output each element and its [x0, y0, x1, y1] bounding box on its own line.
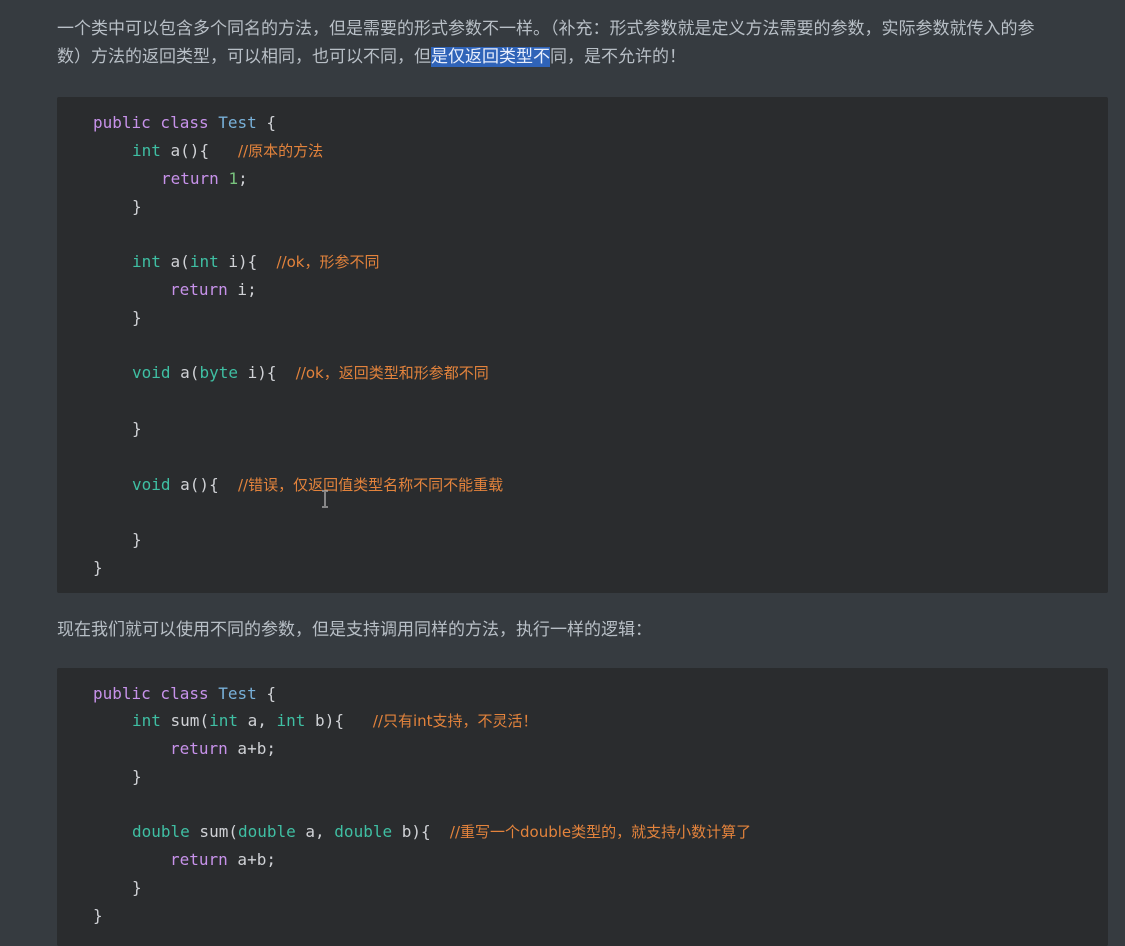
code-line: } [93, 558, 103, 577]
type-keyword: byte [199, 363, 238, 382]
code-comment: //只有int支持，不灵活！ [372, 712, 538, 730]
code-text: ; [238, 169, 248, 188]
code-text: a+b; [227, 850, 276, 869]
code-line: void a(){ //错误，仅返回值类型名称不同不能重载 [132, 475, 503, 495]
type-keyword: double [334, 822, 393, 841]
code-text: a(){ [170, 475, 238, 494]
keyword: public class [93, 684, 219, 703]
intro-line-2: 数）方法的返回类型，可以相同，也可以不同，但是仅返回类型不同，是不允许的！ [57, 43, 1105, 71]
class-name: Test [218, 684, 257, 703]
type-keyword: void [132, 475, 171, 494]
code-text: { [256, 113, 277, 132]
code-line: } [132, 530, 142, 549]
code-line: void a(byte i){ //ok，返回类型和形参都不同 [132, 363, 489, 383]
type-keyword: int [189, 252, 219, 271]
code-text: a( [170, 363, 200, 382]
type-keyword: int [132, 252, 161, 271]
intro-line-2-end: 同，是不允许的！ [550, 47, 686, 67]
code-line: } [132, 308, 142, 327]
code-text: a, [295, 822, 335, 841]
code-text: i; [227, 280, 257, 299]
code-line: } [132, 878, 142, 897]
type-keyword: void [132, 363, 171, 382]
keyword: public class [93, 113, 219, 132]
keyword: return [170, 739, 228, 758]
code-text: a+b; [227, 739, 276, 758]
intro-paragraph: 一个类中可以包含多个同名的方法，但是需要的形式参数不一样。（补充：形式参数就是定… [57, 15, 1105, 71]
class-name: Test [218, 113, 257, 132]
code-text: i){ [237, 363, 296, 382]
code-line: int sum(int a, int b){ //只有int支持，不灵活！ [132, 711, 538, 731]
code-line: return i; [170, 280, 257, 300]
code-block-overload-example: public class Test { int a(){ //原本的方法 ret… [57, 97, 1108, 593]
code-text: a, [237, 711, 277, 730]
code-line: public class Test { [93, 684, 276, 704]
type-keyword: int [132, 711, 161, 730]
code-line: public class Test { [93, 113, 276, 133]
code-line: } [93, 906, 103, 925]
code-line: double sum(double a, double b){ //重写一个do… [132, 822, 751, 842]
code-line: return a+b; [170, 739, 276, 759]
code-text: b){ [305, 711, 373, 730]
text-cursor-icon [322, 490, 328, 508]
code-comment: //ok，返回类型和形参都不同 [295, 364, 489, 382]
code-line: return a+b; [170, 850, 276, 870]
type-keyword: double [237, 822, 296, 841]
keyword: return [170, 280, 228, 299]
intro-line-2-text: 数）方法的返回类型，可以相同，也可以不同，但 [57, 47, 431, 67]
code-comment: //错误，仅返回值类型名称不同不能重载 [237, 476, 504, 494]
code-line: } [132, 197, 142, 216]
code-text: a( [160, 252, 190, 271]
code-line: } [132, 767, 142, 786]
code-text: sum( [160, 711, 210, 730]
code-block-sum-example: public class Test { int sum(int a, int b… [57, 668, 1108, 946]
type-keyword: int [276, 711, 306, 730]
type-keyword: double [132, 822, 190, 841]
keyword: return [170, 850, 228, 869]
code-line: int a(){ //原本的方法 [132, 141, 323, 161]
keyword: return [161, 169, 229, 188]
type-keyword: int [132, 141, 161, 160]
number-literal: 1 [228, 169, 239, 188]
type-keyword: int [209, 711, 238, 730]
code-text: { [256, 684, 277, 703]
code-line: return 1; [161, 169, 248, 189]
code-text: b){ [392, 822, 450, 841]
code-comment: //重写一个double类型的，就支持小数计算了 [449, 823, 752, 841]
code-comment: //原本的方法 [237, 142, 324, 160]
code-line: int a(int i){ //ok，形参不同 [132, 252, 380, 272]
code-comment: //ok，形参不同 [276, 253, 380, 271]
code-line: } [132, 419, 142, 438]
code-text: i){ [218, 252, 277, 271]
middle-paragraph: 现在我们就可以使用不同的参数，但是支持调用同样的方法，执行一样的逻辑： [57, 620, 652, 640]
code-text: a(){ [160, 141, 238, 160]
intro-line-1: 一个类中可以包含多个同名的方法，但是需要的形式参数不一样。（补充：形式参数就是定… [57, 19, 1035, 39]
code-text: sum( [189, 822, 238, 841]
selected-text: 是仅返回类型不 [431, 47, 550, 67]
